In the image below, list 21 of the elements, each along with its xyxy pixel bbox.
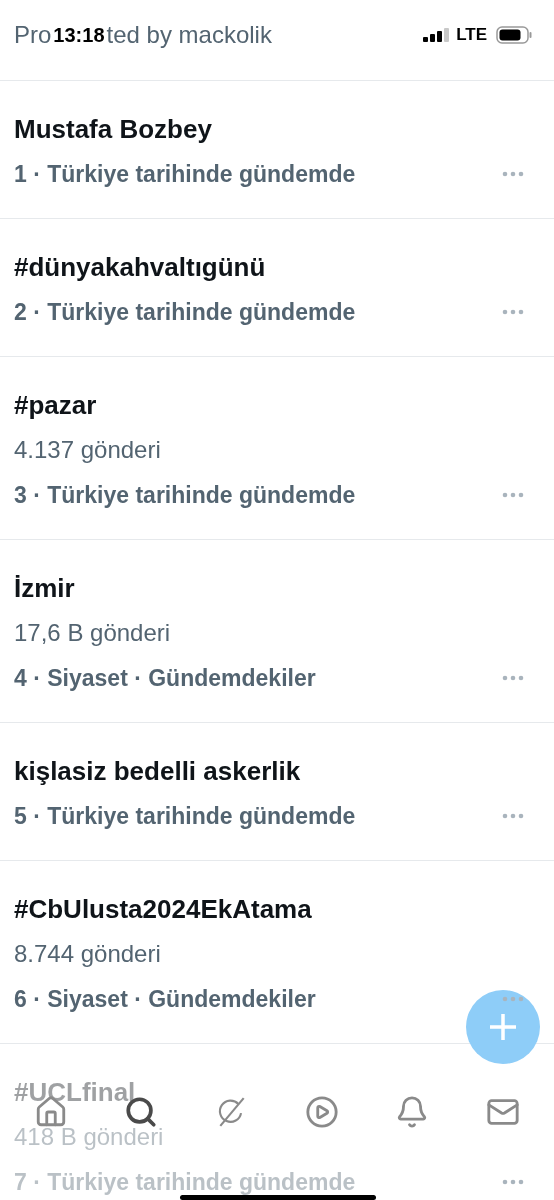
promoted-label: Pro — [14, 20, 52, 50]
status-time: 13:18 — [53, 23, 105, 48]
trend-context: 6 · Siyaset · Gündemdekiler — [14, 986, 316, 1012]
post-count: 8.744 gönderi — [14, 939, 162, 969]
post-count: 17,6 B gönderi — [14, 618, 172, 648]
trend-context: 1 · Türkiye tarihinde gündemde — [14, 161, 356, 187]
trend-context: 5 · Türkiye tarihinde gündemde — [14, 803, 356, 829]
trend-title[interactable]: #CbUlusta2024EkAtama — [14, 891, 540, 927]
promoted-label: ted by mackolik — [106, 20, 272, 50]
trend-title[interactable]: #pazar — [14, 387, 540, 423]
trend-context: 2 · Türkiye tarihinde gündemde — [14, 299, 356, 325]
post-count: 418 B gönderi — [14, 1122, 165, 1152]
trend-context: 4 · Siyaset · Gündemdekiler — [14, 665, 316, 691]
trend-context: 7 · Türkiye tarihinde gündemde — [14, 1169, 356, 1195]
network-label: LTE — [456, 24, 487, 47]
trend-title[interactable]: kişlasiz bedelli askerlik — [14, 753, 540, 789]
trend-title[interactable]: Mustafa Bozbey — [14, 111, 540, 147]
trend-title[interactable]: İzmir — [14, 570, 540, 606]
post-count: 4.137 gönderi — [14, 435, 162, 465]
trend-title[interactable]: #dünyakahvaltıgünü — [14, 249, 540, 285]
trend-context: 3 · Türkiye tarihinde gündemde — [14, 482, 356, 508]
